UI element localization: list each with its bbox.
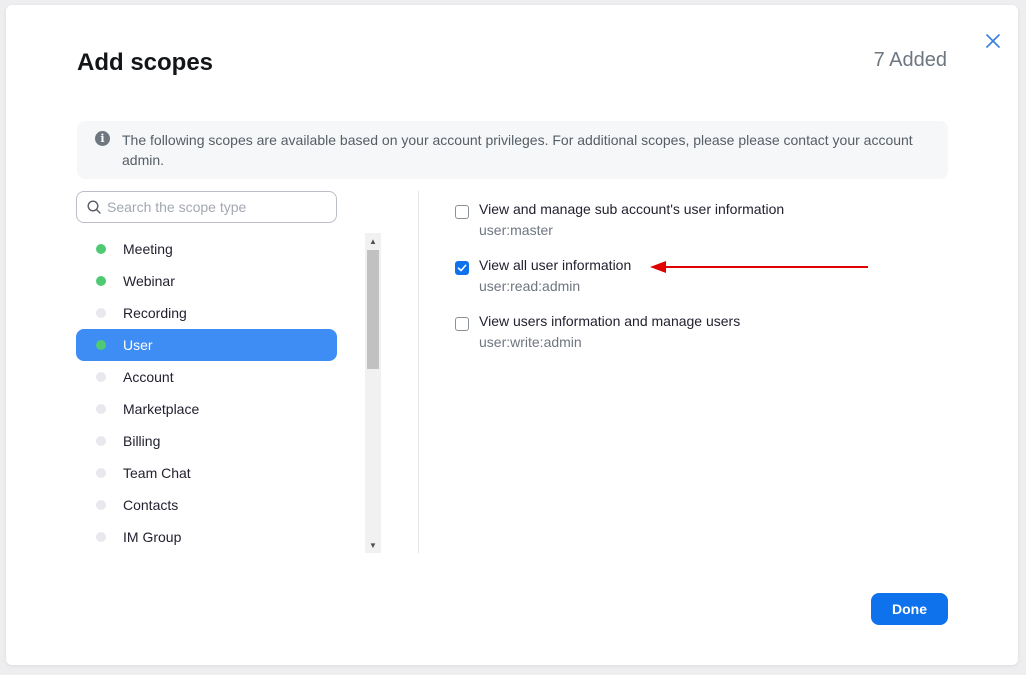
category-item-marketplace[interactable]: Marketplace [76,393,337,425]
info-text: The following scopes are available based… [122,132,913,168]
column-divider [418,191,419,553]
category-label: Account [123,369,174,385]
scope-code: user:master [479,222,553,238]
close-button[interactable] [979,27,1007,55]
category-label: Meeting [123,241,173,257]
checkmark-icon [457,264,467,272]
done-button[interactable]: Done [871,593,948,625]
scope-checkbox[interactable] [455,261,469,275]
scroll-thumb[interactable] [367,250,379,369]
category-label: Recording [123,305,187,321]
status-dot [96,404,106,414]
status-dot [96,468,106,478]
status-dot [96,436,106,446]
scope-checkbox[interactable] [455,205,469,219]
category-item-contacts[interactable]: Contacts [76,489,337,521]
search-box [76,191,337,223]
status-dot [96,308,106,318]
category-scrollbar[interactable]: ▲ ▼ [365,233,381,553]
scope-checkbox[interactable] [455,317,469,331]
dialog-title: Add scopes [77,49,214,76]
category-item-recording[interactable]: Recording [76,297,337,329]
status-dot [96,500,106,510]
scroll-down-arrow-icon[interactable]: ▼ [365,537,381,553]
search-input[interactable] [107,196,327,218]
category-label: Webinar [123,273,175,289]
category-label: Contacts [123,497,179,513]
close-icon [986,34,1000,48]
added-count: 7 Added [873,49,947,71]
category-item-im-group[interactable]: IM Group [76,521,337,553]
category-label: Marketplace [123,401,200,417]
scope-code: user:read:admin [479,278,581,294]
scope-title[interactable]: View users information and manage users [479,313,740,329]
scope-title[interactable]: View and manage sub account's user infor… [479,201,784,217]
scope-title[interactable]: View all user information [479,257,631,273]
scope-code: user:write:admin [479,334,582,350]
category-item-billing[interactable]: Billing [76,425,337,457]
status-dot [96,276,106,286]
category-label: User [123,337,153,353]
category-label: Team Chat [123,465,191,481]
status-dot [96,532,106,542]
status-dot [96,340,106,350]
category-item-account[interactable]: Account [76,361,337,393]
status-dot [96,372,106,382]
info-icon: i [95,131,110,146]
category-item-webinar[interactable]: Webinar [76,265,337,297]
category-item-user[interactable]: User [76,329,337,361]
scope-category-list: Meeting Webinar Recording User Account Market… [76,233,337,553]
category-label: IM Group [123,529,182,545]
category-item-team-chat[interactable]: Team Chat [76,457,337,489]
search-icon [87,200,101,214]
category-item-meeting[interactable]: Meeting [76,233,337,265]
scroll-up-arrow-icon[interactable]: ▲ [365,233,381,249]
add-scopes-dialog: Add scopes 7 Added i The following scope… [6,5,1018,665]
category-label: Billing [123,433,161,449]
status-dot [96,244,106,254]
info-banner: i The following scopes are available bas… [77,121,948,179]
annotation-arrow-icon [650,261,868,273]
